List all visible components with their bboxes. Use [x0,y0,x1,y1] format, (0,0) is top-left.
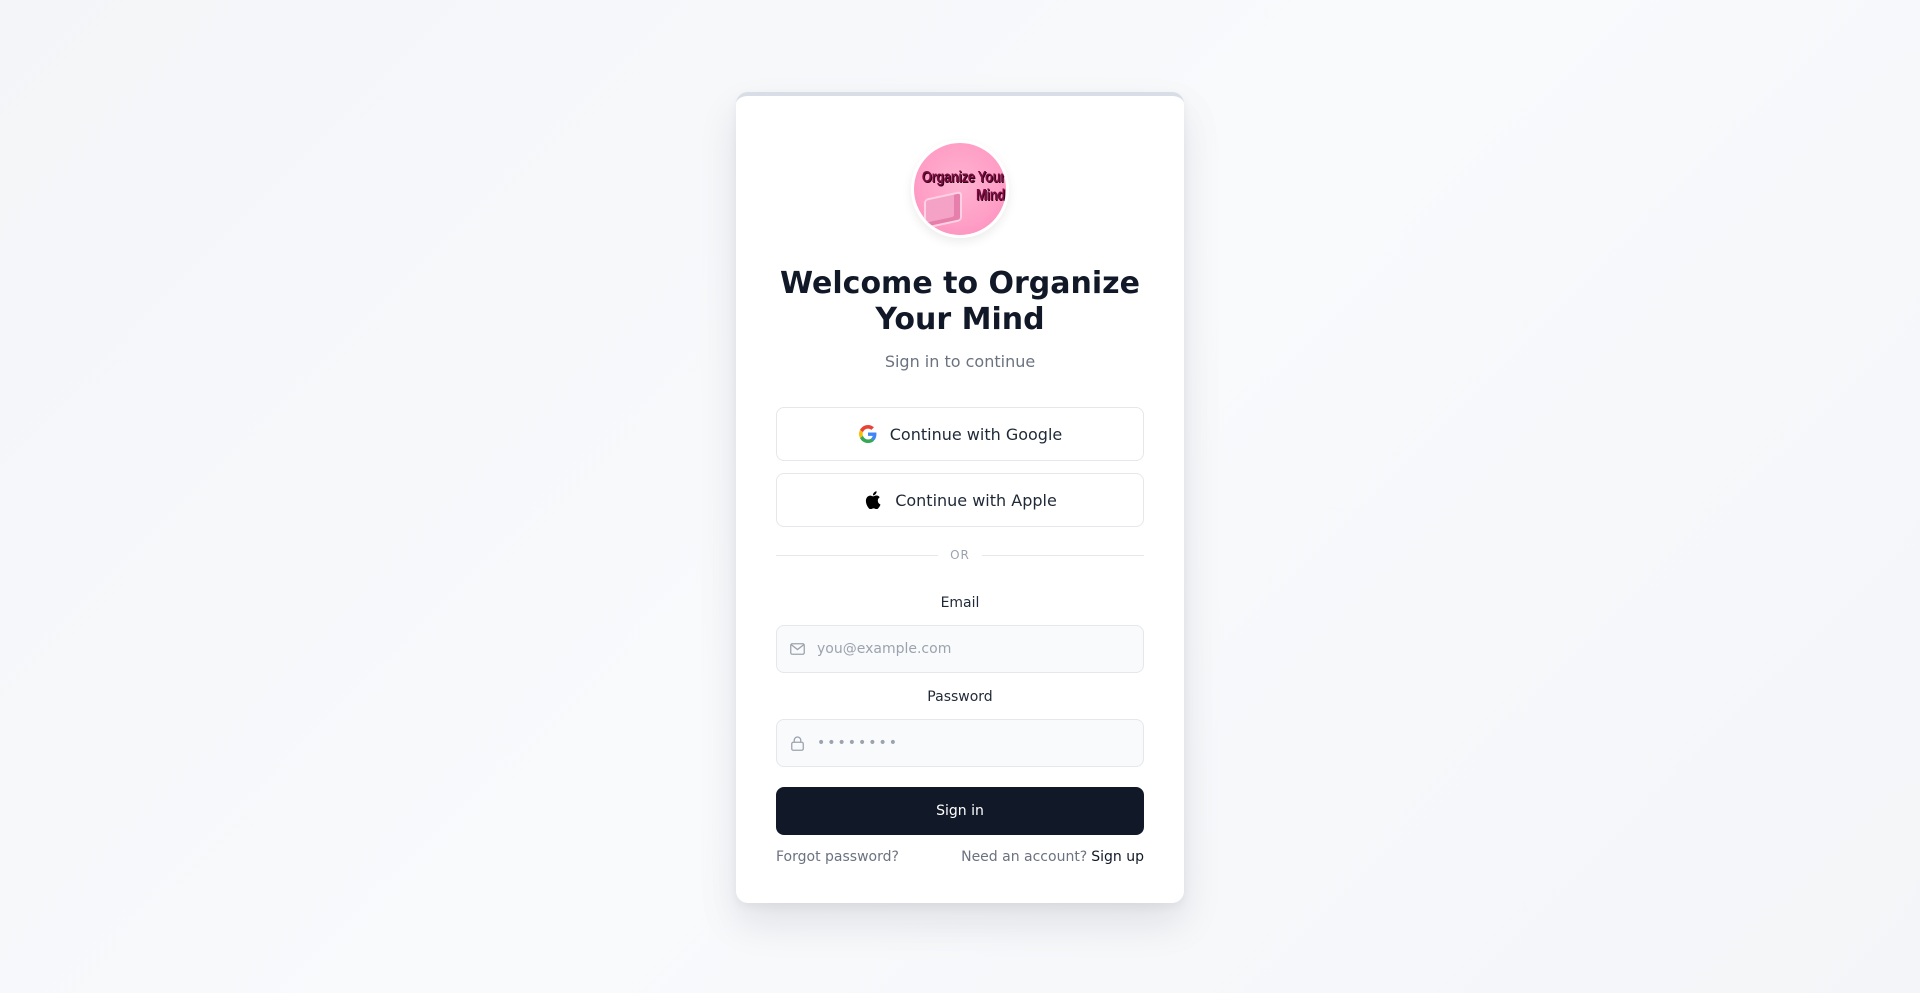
continue-with-google-button[interactable]: Continue with Google [776,407,1144,461]
divider-line-left [776,554,939,556]
app-logo: Organize Your Mind [911,140,1009,238]
sign-up-link[interactable]: Sign up [1091,849,1144,865]
email-label: Email [940,595,980,611]
or-divider: OR [776,547,1145,563]
logo-text: Organize Your Mind [921,169,1006,204]
page-title: Welcome to Organize Your Mind [780,266,1140,337]
lock-icon [789,735,805,751]
google-button-label: Continue with Google [889,424,1063,444]
page-subtitle: Sign in to continue [884,352,1036,371]
google-icon [858,424,878,444]
email-field-wrapper [776,625,1144,673]
password-field-wrapper [776,719,1144,767]
auth-footer: Forgot password? Need an account? Sign up [776,848,1144,866]
forgot-password-link[interactable]: Forgot password? [776,848,899,866]
apple-icon [863,490,883,510]
password-input[interactable] [805,720,1143,766]
sign-in-button[interactable]: Sign in [776,787,1144,835]
signup-prompt: Need an account? Sign up [961,848,1144,866]
continue-with-apple-button[interactable]: Continue with Apple [776,473,1144,527]
login-card: Organize Your Mind Welcome to Organize Y… [736,92,1184,903]
divider-line-right [981,554,1145,556]
password-label: Password [927,689,993,705]
need-account-text: Need an account? [961,849,1088,865]
email-input[interactable] [805,626,1143,672]
divider-text: OR [950,548,970,562]
mail-icon [789,641,805,657]
apple-button-label: Continue with Apple [895,490,1057,510]
